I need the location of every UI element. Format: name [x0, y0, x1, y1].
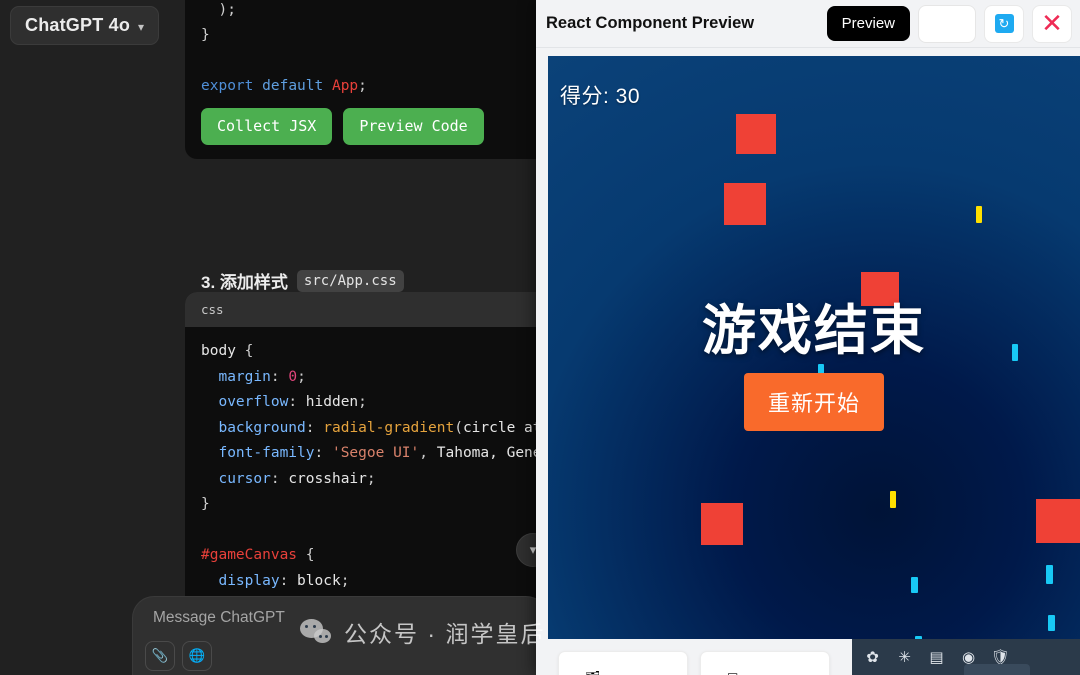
preview-code-button[interactable]: Preview Code: [343, 107, 484, 145]
enemy-block: [1036, 499, 1080, 543]
paperclip-icon[interactable]: 📎: [145, 641, 175, 671]
css-code-lang-label: css: [185, 292, 548, 327]
preview-window-title: React Component Preview: [546, 14, 755, 32]
refresh-icon: ↻: [994, 14, 1014, 33]
globe-icon[interactable]: 🌐: [182, 641, 212, 671]
close-icon: ✕: [1041, 8, 1063, 39]
preview-window-header: React Component Preview Preview ↻ ✕: [536, 0, 1080, 48]
blue-app-icon: ▣: [727, 670, 738, 675]
bullet: [1048, 615, 1055, 631]
collect-jsx-button[interactable]: Collect JSX: [201, 107, 333, 145]
taskbar-pill: [964, 664, 1030, 675]
jsx-code-text: </div> ); } export default App;: [201, 1, 367, 95]
message-composer: Message ChatGPT 📎 🌐: [132, 596, 548, 675]
message-input-placeholder[interactable]: Message ChatGPT: [153, 609, 285, 627]
screen: ChatGPT 4o ▾ </div> ); } export default …: [0, 0, 1080, 675]
jsx-code-block: </div> ); } export default App; Collect …: [185, 0, 548, 159]
jsx-action-buttons: Collect JSX Preview Code: [185, 100, 548, 159]
game-canvas[interactable]: 得分: 30 游戏结束 重新开始: [548, 56, 1080, 639]
enemy-block: [724, 183, 766, 225]
app-icon[interactable]: ▤: [926, 647, 947, 668]
tab-preview[interactable]: Preview: [826, 6, 910, 41]
mini-card-1[interactable]: 🗂: [558, 651, 688, 675]
openai-logo-icon[interactable]: ✿: [862, 647, 883, 668]
model-selector[interactable]: ChatGPT 4o ▾: [10, 6, 160, 45]
mini-card-2[interactable]: ▣: [700, 651, 830, 675]
chatgpt-pane: ChatGPT 4o ▾ </div> ); } export default …: [0, 0, 548, 675]
close-button[interactable]: ✕: [1032, 4, 1072, 43]
react-preview-window: React Component Preview Preview ↻ ✕ 得分: …: [536, 0, 1080, 675]
game-canvas-wrapper: 得分: 30 游戏结束 重新开始: [548, 56, 1080, 639]
sparkle-icon[interactable]: ✳: [894, 647, 915, 668]
restart-button[interactable]: 重新开始: [743, 373, 885, 431]
refresh-button[interactable]: ↻: [984, 4, 1024, 43]
composer-tools: 📎 🌐: [145, 641, 212, 671]
score-label: 得分: 30: [560, 85, 641, 108]
chevron-down-icon: ▾: [138, 19, 145, 34]
model-selector-label: ChatGPT 4o: [25, 15, 131, 35]
bullet: [890, 491, 896, 508]
enemy-block: [701, 503, 743, 545]
conversation-column: </div> ); } export default App; Collect …: [185, 0, 548, 675]
bullet: [1046, 565, 1053, 584]
css-code-text: body { margin: 0; overflow: hidden; back…: [201, 343, 548, 589]
file-path-badge: src/App.css: [296, 269, 404, 292]
step-3-title: 3. 添加样式: [201, 273, 288, 292]
folder-icon: 🗂: [585, 670, 600, 675]
game-over-title: 游戏结束: [702, 301, 926, 361]
bullet: [911, 577, 918, 593]
enemy-block: [736, 114, 776, 154]
bullet: [976, 206, 982, 223]
blank-toolbar-button[interactable]: [918, 4, 976, 43]
taskbar: ✿ ✳ ▤ ◉ 🛡: [852, 639, 1080, 675]
css-code-block: css body { margin: 0; overflow: hidden; …: [185, 292, 548, 602]
